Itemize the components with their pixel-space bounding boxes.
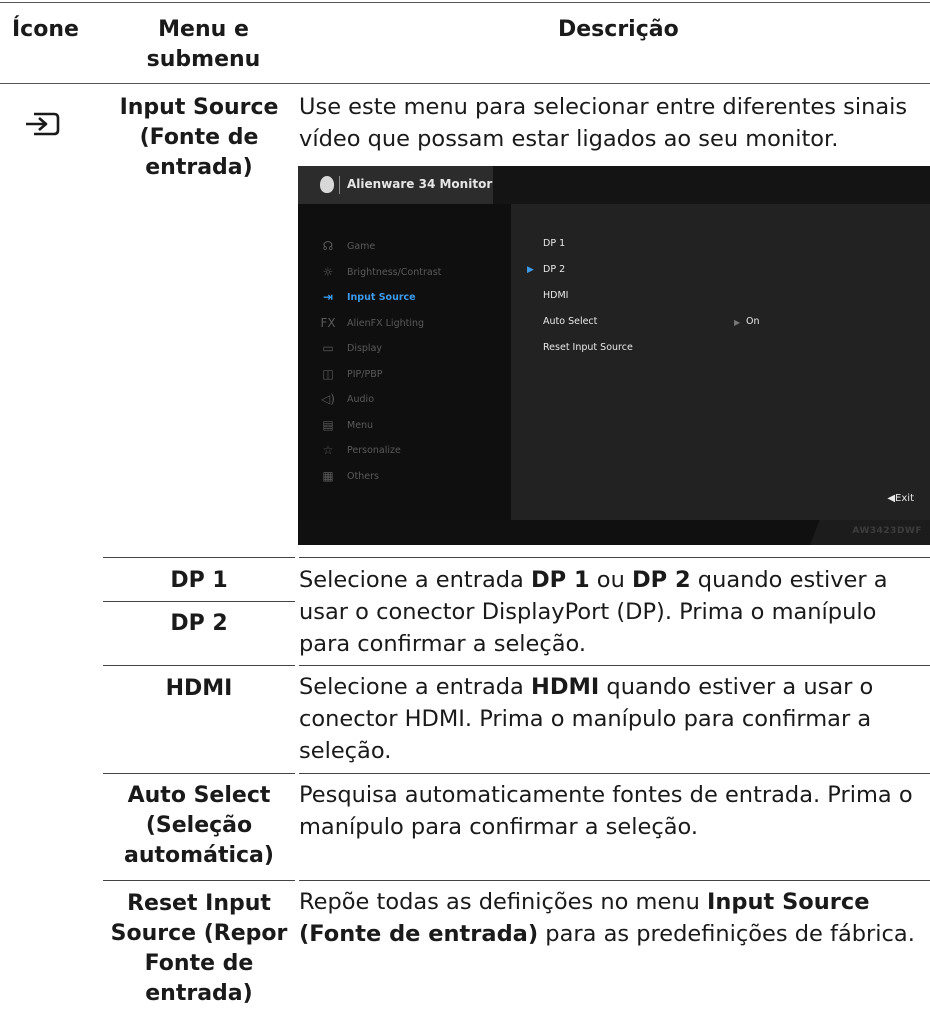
speaker-icon: ◁) <box>321 392 335 406</box>
osd-screenshot: Alienware 34 Monitor AW3423DWF ☊ Game ☼ Br… <box>298 166 930 545</box>
input-source-icon: ⇥ <box>322 290 334 304</box>
main-description-line1: Use este menu para selecionar entre dife… <box>299 94 908 120</box>
osd-submenu-dp2[interactable]: DP 2 <box>543 263 565 277</box>
row-reset-description-line2: (Fonte de entrada) para as predefinições… <box>299 921 915 947</box>
row-name-dp2: DP 2 <box>170 611 228 636</box>
row-hdmi-top-rule <box>103 665 295 666</box>
menu-name-line1: Input Source <box>119 95 279 120</box>
header-bottom-rule <box>0 83 930 84</box>
row-hdmi-description-line2: conector HDMI. Prima o manípulo para con… <box>299 706 872 732</box>
row-hdmi-description-line3: seleção. <box>299 738 392 764</box>
row-dp-description-line1: Selecione a entrada DP 1 ou DP 2 quando … <box>299 567 888 593</box>
header-menu-column-line1: Menu e <box>158 17 249 42</box>
fx-icon: FX <box>320 316 336 330</box>
osd-model-label: AW3423DWF <box>852 526 922 536</box>
osd-title: Alienware 34 Monitor <box>347 177 493 191</box>
row-name-auto-select-line1: Auto Select <box>127 783 271 808</box>
others-icon: ▦ <box>322 469 334 483</box>
display-icon: ▭ <box>322 341 334 355</box>
value-arrow-icon: ▶ <box>734 318 741 327</box>
row-reset-top-rule <box>103 880 295 881</box>
brightness-icon: ☼ <box>322 265 334 279</box>
header-menu-column-line2: submenu <box>146 47 261 72</box>
osd-submenu-auto-select[interactable]: Auto Select <box>543 315 597 329</box>
row-name-auto-select-line2: (Seleção <box>145 813 253 838</box>
osd-submenu-panel <box>511 204 930 520</box>
table-top-rule <box>0 2 930 3</box>
gamepad-icon: ☊ <box>322 239 334 253</box>
row-auto-description-line1: Pesquisa automaticamente fontes de entra… <box>299 782 913 808</box>
pip-icon: ◫ <box>322 367 334 381</box>
row-hdmi-description-line1: Selecione a entrada HDMI quando estiver … <box>299 674 874 700</box>
osd-title-separator <box>339 176 340 194</box>
main-description-line2: vídeo que possam estar ligados ao seu mo… <box>299 126 839 152</box>
header-description-column: Descrição <box>558 17 679 42</box>
header-icon-column: Ícone <box>12 17 79 42</box>
row-auto-top-rule <box>103 773 295 774</box>
row-name-dp1: DP 1 <box>170 568 228 593</box>
row-auto-description-line2: manípulo para confirmar a seleção. <box>299 814 699 840</box>
row-reset-top-rule-desc <box>299 880 930 881</box>
row-name-reset-line4: entrada) <box>145 981 253 1006</box>
row-reset-description-line1: Repõe todas as definições no menu Input … <box>299 889 870 915</box>
osd-submenu-dp1[interactable]: DP 1 <box>543 237 565 251</box>
row-hdmi-top-rule-desc <box>299 665 930 666</box>
row-dp-mid-rule <box>103 601 295 602</box>
row-name-hdmi: HDMI <box>165 676 233 701</box>
osd-exit[interactable]: ◀Exit <box>887 493 914 504</box>
row-dp-description-line2: usar o conector DisplayPort (DP). Prima … <box>299 599 877 625</box>
menu-icon: ▤ <box>322 418 334 432</box>
row-name-reset-line3: Fonte de <box>144 951 254 976</box>
osd-auto-select-value: On <box>746 316 760 327</box>
row-name-reset-line1: Reset Input <box>127 891 271 916</box>
osd-submenu-hdmi[interactable]: HDMI <box>543 289 568 303</box>
row-name-reset-line2: Source (Repor <box>110 921 288 946</box>
menu-name-line3: entrada) <box>145 155 253 180</box>
osd-submenu-reset-input-source[interactable]: Reset Input Source <box>543 341 633 355</box>
selection-arrow-icon: ▶ <box>527 265 534 275</box>
row-dp-top-rule-desc <box>299 557 930 558</box>
star-icon: ☆ <box>322 443 334 457</box>
row-name-auto-select-line3: automática) <box>124 843 274 868</box>
row-auto-top-rule-desc <box>299 773 930 774</box>
row-dp-top-rule <box>103 557 295 558</box>
alien-head-logo-icon <box>320 176 334 193</box>
row-dp-description-line3: para confirmar a seleção. <box>299 631 587 657</box>
input-source-icon <box>24 111 60 137</box>
menu-name-line2: (Fonte de <box>139 125 259 150</box>
